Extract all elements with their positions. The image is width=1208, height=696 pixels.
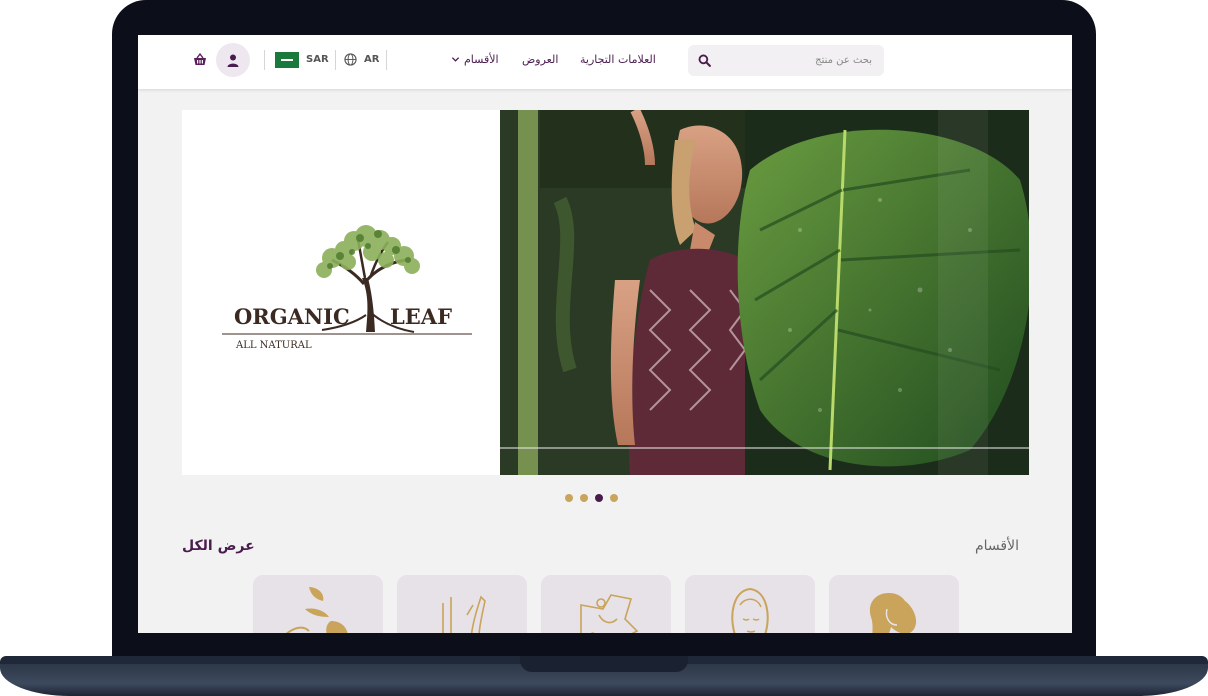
category-card-hair-care[interactable] [829, 575, 959, 633]
hand-care-icon [442, 595, 486, 633]
category-card-skin-care[interactable] [541, 575, 671, 633]
section-title-categories: الأقسام [975, 538, 1019, 554]
category-card-body-care[interactable] [253, 575, 383, 633]
carousel-dot-active[interactable] [595, 494, 603, 502]
account-button[interactable] [216, 43, 250, 77]
globe-icon[interactable] [344, 53, 357, 66]
carousel-dot[interactable] [610, 494, 618, 502]
organic-leaf-logo: ORGANIC LEAF ALL NATURAL [222, 225, 472, 351]
hair-care-icon [870, 593, 916, 633]
divider [264, 50, 265, 70]
nav-categories[interactable]: الأقسام [464, 53, 499, 66]
logo-tagline: ALL NATURAL [235, 340, 312, 351]
body-care-icon [285, 587, 348, 633]
category-card-face-care[interactable] [685, 575, 815, 633]
search-icon[interactable] [698, 54, 711, 67]
carousel-dot[interactable] [580, 494, 588, 502]
logo-text-organic: ORGANIC [234, 304, 350, 329]
skin-care-icon [580, 594, 639, 633]
brand-logo-panel: ORGANIC LEAF ALL NATURAL [182, 110, 500, 475]
carousel-dot[interactable] [565, 494, 573, 502]
divider [386, 50, 387, 70]
browser-screen: SAR AR الأقسام العروض العلامات التجارية [138, 35, 1072, 633]
divider [335, 50, 336, 70]
hero-banner[interactable]: ORGANIC LEAF ALL NATURAL [182, 110, 1029, 475]
language-selector[interactable]: AR [364, 54, 379, 65]
chevron-down-icon[interactable] [451, 55, 460, 64]
nav-brands[interactable]: العلامات التجارية [580, 53, 656, 66]
carousel-indicators [565, 494, 625, 504]
category-card-hand-care[interactable] [397, 575, 527, 633]
flag-icon[interactable] [275, 52, 299, 68]
face-care-icon [731, 587, 769, 633]
user-icon [227, 54, 239, 67]
currency-selector[interactable]: SAR [306, 54, 329, 65]
site-header: SAR AR الأقسام العروض العلامات التجارية [138, 35, 1072, 89]
search-input[interactable] [722, 45, 872, 76]
logo-text-leaf: LEAF [390, 304, 452, 329]
laptop-base [0, 656, 1208, 696]
view-all-link[interactable]: عرض الكل [182, 538, 255, 554]
search-bar [688, 45, 884, 76]
banner-photo [500, 110, 1029, 475]
nav-offers[interactable]: العروض [522, 53, 558, 66]
cart-icon[interactable] [192, 52, 208, 68]
